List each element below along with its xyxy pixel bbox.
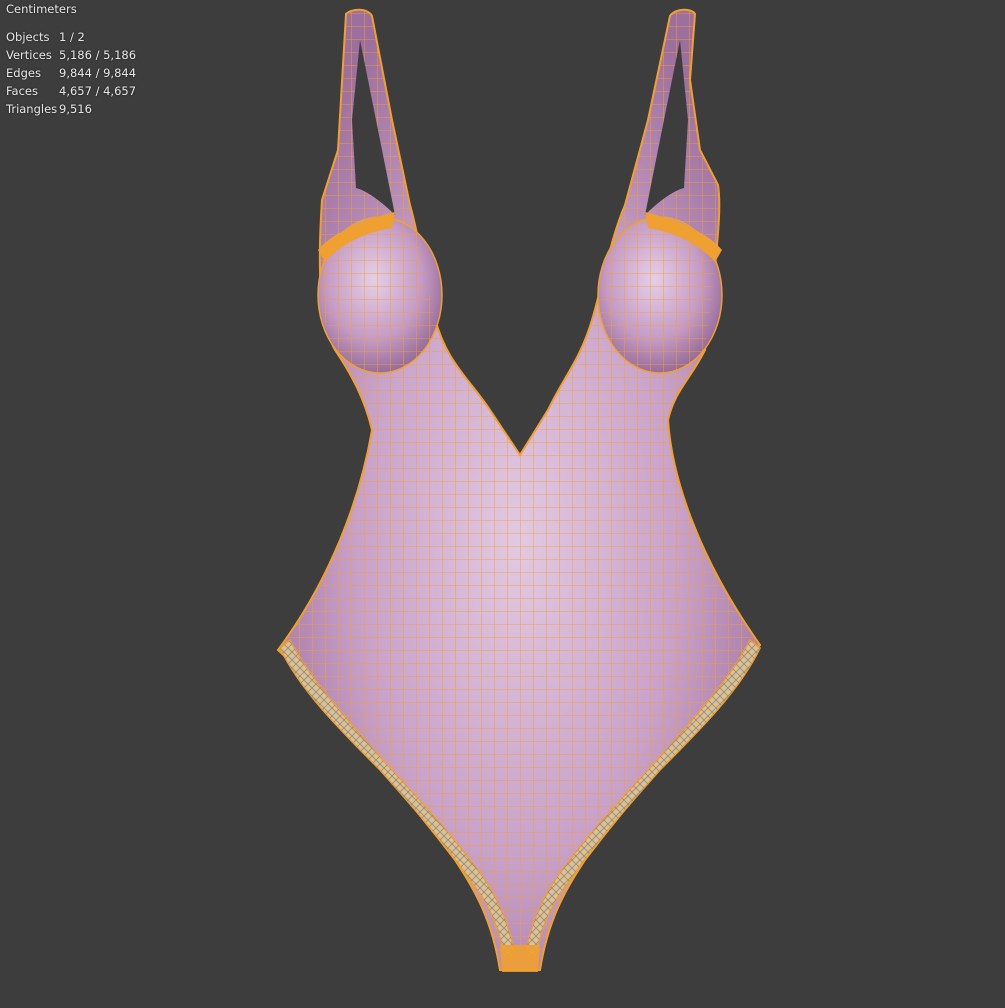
mesh-wireframe	[278, 9, 760, 970]
3d-viewport[interactable]: Centimeters Objects 1 / 2 Vertices 5,186…	[0, 0, 1005, 1008]
selected-mesh-object[interactable]	[0, 0, 1005, 1008]
mesh-crotch-panel	[500, 945, 540, 972]
